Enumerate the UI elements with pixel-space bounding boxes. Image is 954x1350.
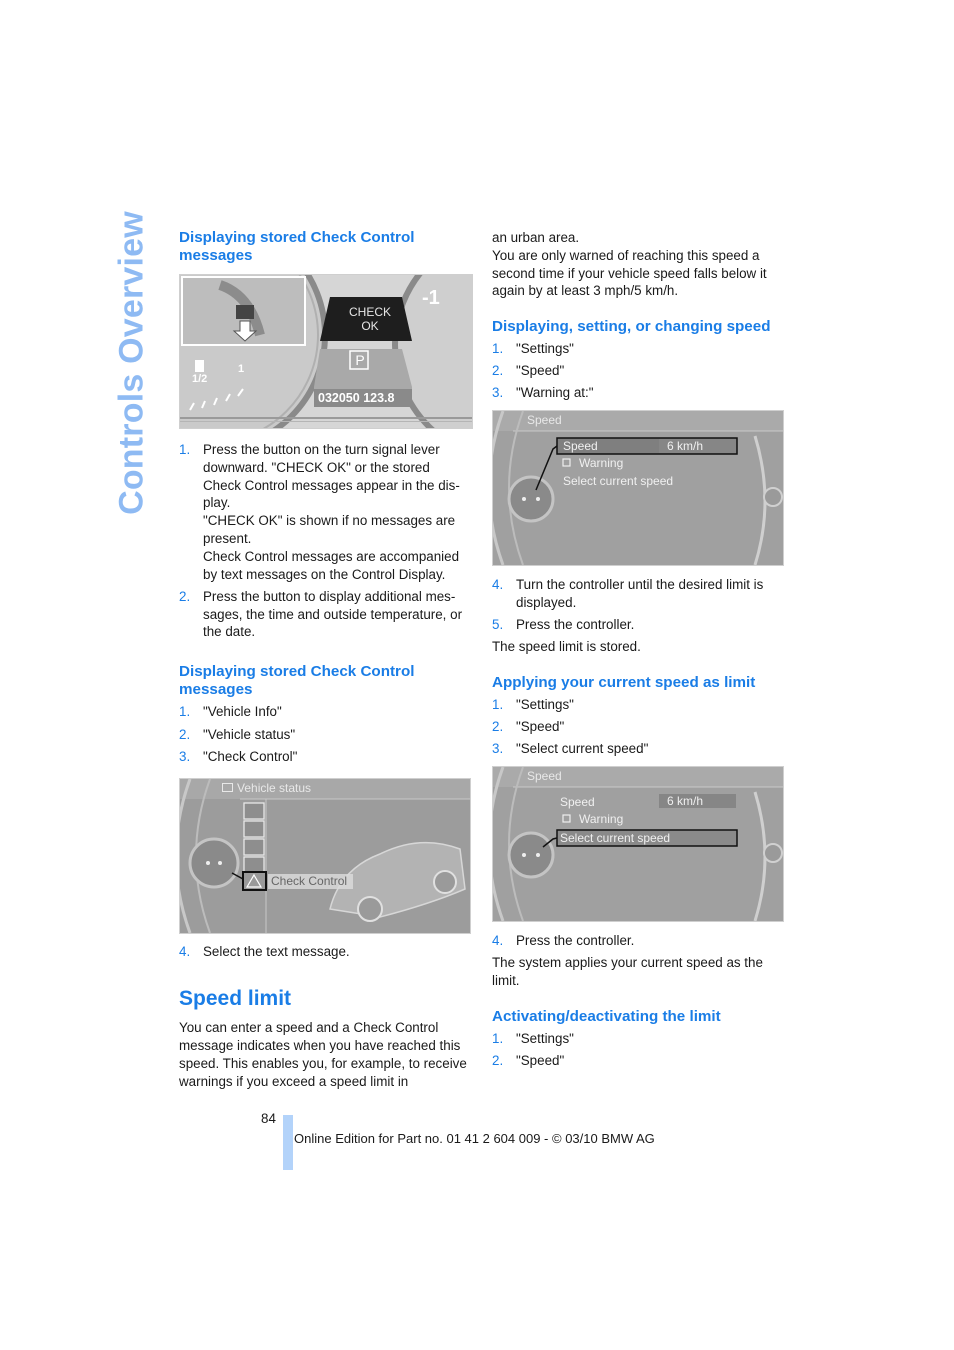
footer-edition-text: Online Edition for Part no. 01 41 2 604 …: [294, 1131, 655, 1146]
apply-result: The system applies your current speed as…: [492, 955, 763, 989]
speed-limit-intro: You can enter a speed and a Check Contro…: [179, 1020, 467, 1089]
fuel-half-label: 1/2: [192, 373, 208, 385]
section-heading-displaying-cc-2: Displaying stored Check Control messages: [179, 663, 415, 698]
park-symbol: P: [355, 352, 365, 368]
speed-screen-figure-1: Speed Speed 6 km/h Warning Select curren…: [492, 410, 784, 567]
section-heading-displaying-cc: Displaying stored Check Control messages: [179, 229, 415, 264]
vehicle-status-icon: [222, 782, 233, 792]
list-item: 4. Select the text message.: [179, 943, 350, 959]
list-item: 3. "Warning at:": [492, 385, 594, 401]
odometer-readout: 032050 123.8: [318, 391, 395, 405]
list-item: 2. "Vehicle status": [179, 726, 296, 742]
chapter-side-title: Controls Overview: [112, 211, 152, 515]
setting-result: The speed limit is stored.: [492, 639, 641, 655]
list-item: 4. Press the controller.: [492, 933, 635, 949]
section-heading-setting-speed: Displaying, setting, or changing speed: [492, 318, 771, 336]
speed-row-value: 6 km/h: [667, 794, 704, 809]
right-column: an urban area. You are only warned of re…: [492, 229, 784, 1074]
list-item: 2. "Speed": [492, 1052, 565, 1068]
controller-icon: [507, 475, 555, 523]
footer-accent-bar: [283, 1115, 293, 1170]
steps-list-setting: 1. "Settings" 2. "Speed" 3. "Warning at:": [492, 340, 784, 402]
gauge-right-label: -1: [422, 287, 440, 309]
list-item: 1. "Settings": [492, 696, 574, 712]
steps-list-activate: 1. "Settings" 2. "Speed": [492, 1030, 784, 1070]
instrument-cluster-figure: CHECK OK P 032050 123.8 1/2 1 -1: [179, 274, 473, 429]
steps-list-apply: 1. "Settings" 2. "Speed" 3. "Select current…: [492, 696, 784, 758]
steps-list-setting-after: 4. Turn the controller until the desired …: [492, 576, 784, 634]
list-item: 2. Press the button to display additiona…: [179, 588, 463, 640]
list-item: 2. "Speed": [492, 719, 565, 735]
steps-list-cluster: 1. Press the button on the turn signal l…: [179, 441, 471, 641]
section-heading-speed-limit: Speed limit: [179, 987, 292, 1011]
select-current-speed-row: Select current speed: [560, 831, 671, 846]
warning-row-label: Warning: [579, 812, 624, 827]
speed-screen-figure-2: Speed Speed 6 km/h Warning Select curren…: [492, 766, 784, 923]
controller-icon: [507, 831, 555, 879]
controller-icon: [188, 837, 240, 889]
list-item: 1. Press the button on the turn signal l…: [179, 442, 460, 582]
list-item: 5. Press the controller.: [492, 617, 635, 633]
list-item: 1. "Settings": [492, 340, 574, 356]
list-item: 1. "Settings": [492, 1030, 574, 1046]
steps-list-select: 4. Select the text message.: [179, 943, 471, 961]
list-item: 2. "Speed": [492, 362, 565, 378]
steps-list-vehicle-status: 1. "Vehicle Info" 2. "Vehicle status" 3. "C…: [179, 703, 471, 765]
warning-row-label: Warning: [579, 456, 624, 471]
list-item: 3. "Select current speed": [492, 741, 649, 757]
section-heading-apply-speed: Applying your current speed as limit: [492, 674, 756, 692]
fuel-pump-icon: [195, 360, 204, 372]
speed-row-label: Speed: [563, 439, 598, 454]
speed-row-value: 6 km/h: [667, 439, 704, 454]
speed-row-label: Speed: [560, 795, 595, 810]
steps-list-apply-after: 4. Press the controller.: [492, 932, 784, 950]
screen-title: Speed: [527, 769, 562, 784]
section-heading-activate-limit: Activating/deactivating the limit: [492, 1008, 721, 1026]
vehicle-status-screen-figure: Vehicle status Check Control: [179, 777, 471, 934]
chapter-title-text: Controls Overview: [112, 210, 151, 515]
list-item: 1. "Vehicle Info": [179, 704, 282, 720]
screen-title: Vehicle status: [222, 781, 311, 795]
fuel-full-label: 1: [238, 363, 245, 375]
select-current-speed-row: Select current speed: [563, 474, 674, 489]
list-item: 4. Turn the controller until the desired …: [492, 577, 764, 610]
check-control-menu-item: Check Control: [271, 873, 348, 888]
left-column: Displaying stored Check Control messages: [179, 229, 473, 1091]
screen-title: Speed: [527, 413, 562, 428]
intro-note: You are only warned of reaching this spe…: [492, 247, 767, 299]
page-number: 84: [261, 1111, 276, 1126]
intro-continued: an urban area.: [492, 230, 580, 245]
check-ok-label: CHECK OK: [348, 305, 391, 333]
list-item: 3. "Check Control": [179, 748, 298, 764]
